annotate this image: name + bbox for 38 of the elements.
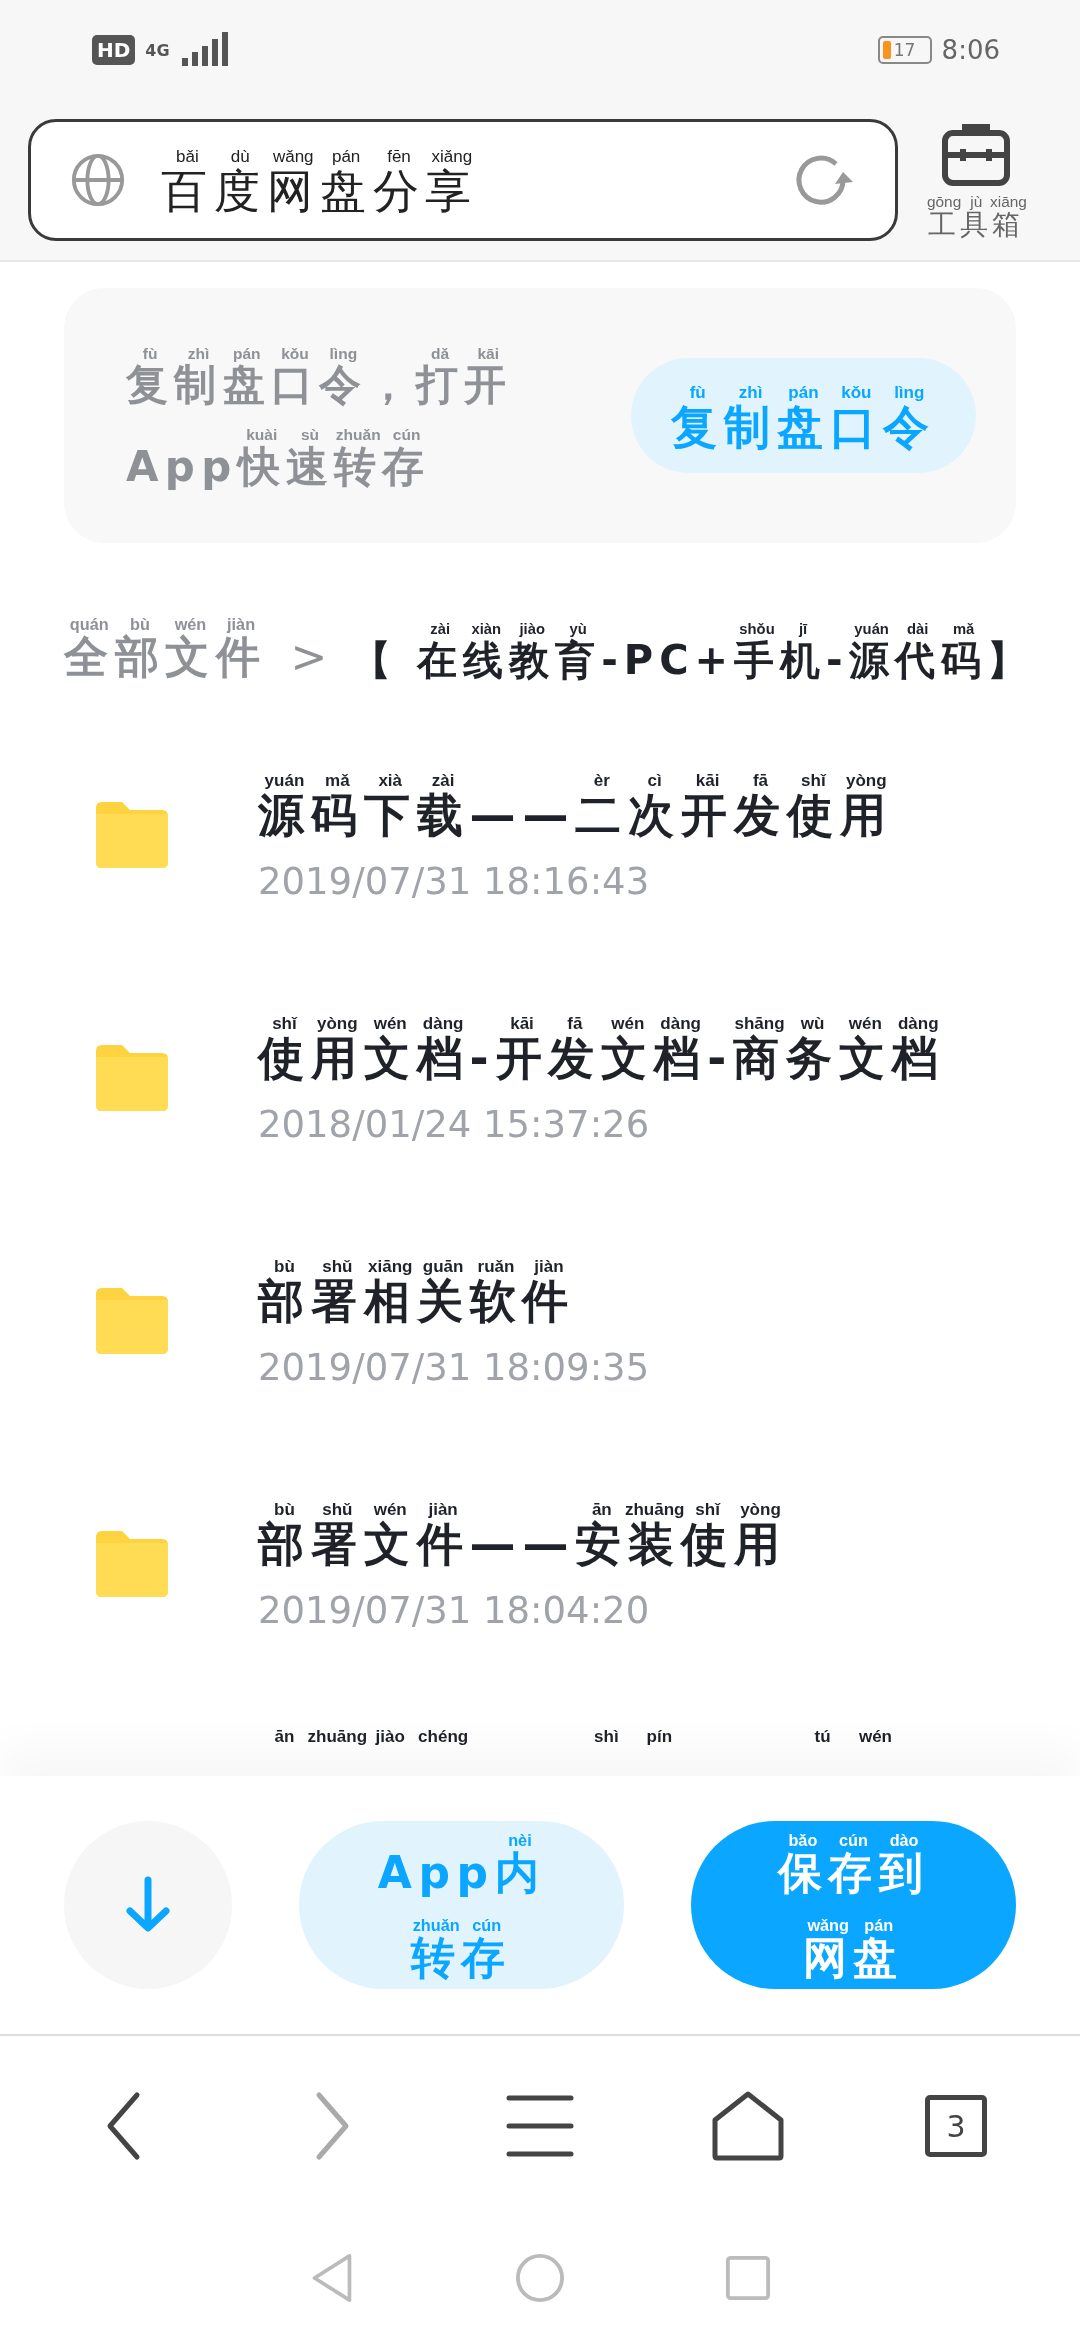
file-date: 2018/01/24 15:37:26 — [258, 1102, 651, 1146]
file-name: 部署文件——安装使用 — [258, 1518, 787, 1571]
breadcrumb-separator: > — [290, 632, 328, 683]
file-name: 部署相关软件 — [258, 1275, 576, 1328]
hd-badge: HD — [92, 35, 136, 65]
tabs-button[interactable]: 3 — [925, 2095, 987, 2157]
pinyin-line: yuán mǎ xià zài èr cì kāi fā shǐ yòng — [263, 770, 888, 790]
recents-square-icon — [725, 2255, 771, 2301]
battery-icon: 17 — [877, 36, 932, 64]
menu-icon — [505, 2094, 575, 2158]
pinyin-line: kuài sù zhuǎn cún — [245, 424, 422, 443]
pinyin-line: bù shǔ wén jiàn ān zhuāng shǐ yòng — [273, 1499, 782, 1519]
pinyin-line: bù shǔ xiāng guān ruǎn jiàn — [273, 1256, 565, 1276]
clock-time: 8:06 — [941, 35, 1000, 65]
banner-text: App快速转存 — [126, 442, 431, 491]
copy-code-button[interactable]: fù zhì pán kǒu lìng 复制盘口令 — [631, 358, 976, 473]
signal-icon — [179, 32, 230, 68]
banner-text: 复制盘口令，打开 — [126, 361, 513, 410]
current-folder-title: 【 在线教育-PC+手机-源代码】 — [351, 637, 1033, 683]
home-icon — [711, 2090, 785, 2162]
file-date: 2019/07/31 18:16:43 — [258, 859, 651, 903]
toolbox-button[interactable]: gōng jù xiāng 工具箱 — [928, 118, 1025, 242]
file-date: 2019/07/31 18:09:35 — [258, 1345, 650, 1389]
pinyin-line: shǐ yòng wén dàng kāi fā wén dàng shāng wù wén dàng — [271, 1013, 940, 1033]
home-circle-icon — [515, 2253, 565, 2303]
breadcrumb-link[interactable]: quán bù wén jiàn 全部文件 — [64, 589, 267, 683]
file-name: 使用文档-开发文档-商务文档 — [258, 1032, 945, 1085]
pinyin-line: ān zhuāng jiào chéng shì pín tú wén — [273, 1726, 893, 1745]
network-label: 4G — [145, 40, 170, 60]
app-transfer-button[interactable]: nèi App内 zhuǎn cún 转存 — [299, 1821, 624, 1989]
globe-icon — [69, 151, 127, 209]
save-to-drive-button[interactable]: bǎo cún dào 保存到 wǎng pán 网盘 — [691, 1821, 1016, 1989]
download-icon — [123, 1875, 173, 1935]
pinyin-line: fù zhì pán kǒu lìng dǎ kāi — [141, 343, 501, 362]
pinyin-line: zài xiàn jiào yù shǒu jī yuán dài mǎ — [429, 620, 976, 637]
file-name: 源码下载——二次开发使用 — [258, 789, 893, 842]
address-bar[interactable]: bǎi dù wǎng pán fēn xiǎng 百度网盘分享 — [28, 119, 898, 241]
file-date: 2019/07/31 18:04:20 — [258, 1588, 651, 1632]
